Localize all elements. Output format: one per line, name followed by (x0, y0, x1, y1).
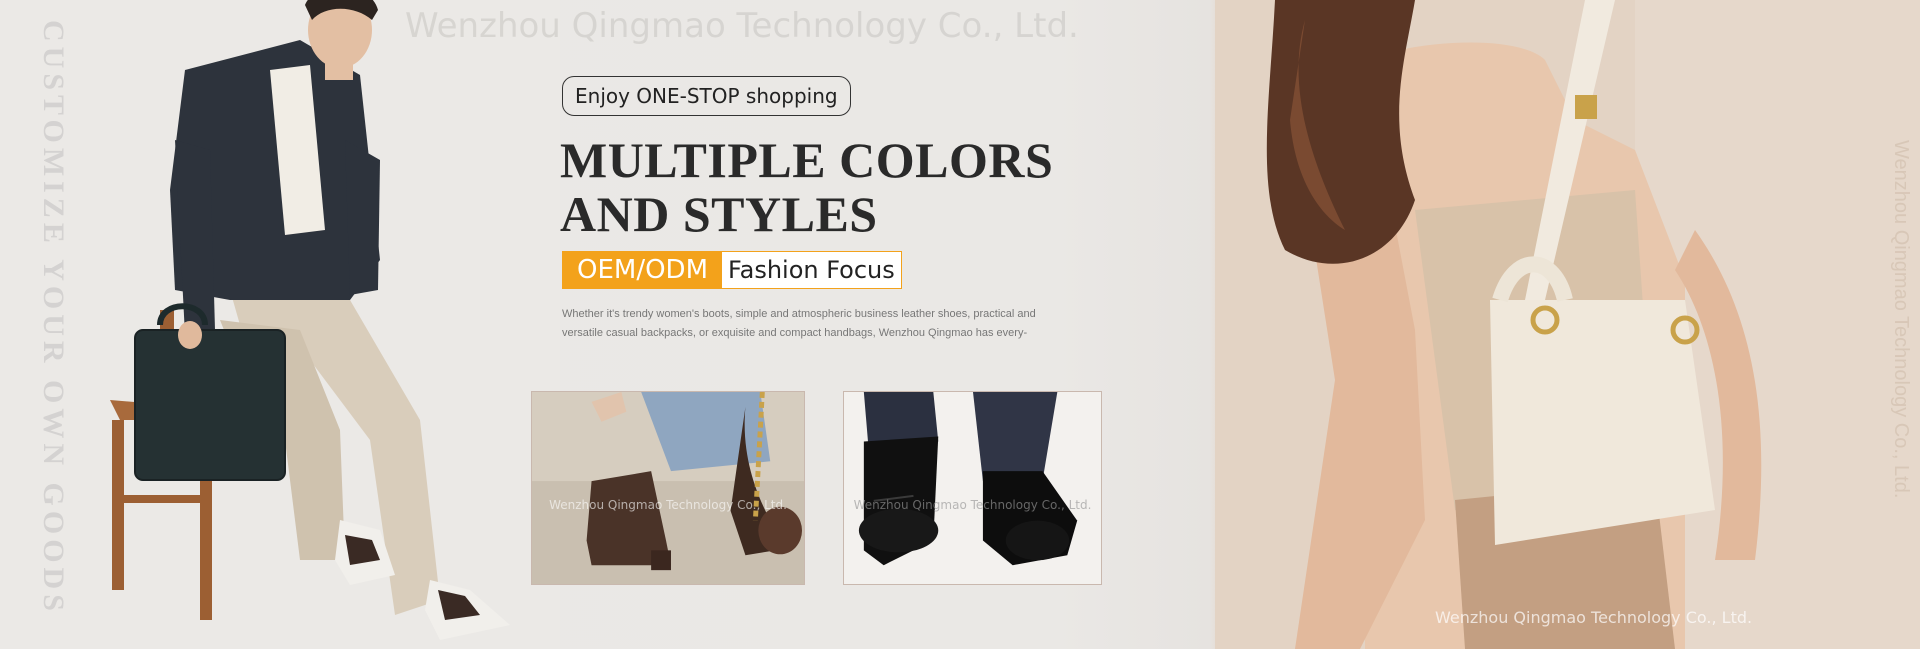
boots-image (532, 392, 804, 584)
headline: MULTIPLE COLORS AND STYLES (560, 133, 1053, 241)
dress-shoes-image (844, 392, 1101, 584)
one-stop-pill: Enjoy ONE-STOP shopping (562, 76, 851, 116)
hero-banner: CUSTOMIZE YOUR OWN GOODS Wenzhou Qingmao… (0, 0, 1920, 649)
thumbnail-boots[interactable]: Wenzhou Qingmao Technology Co., Ltd. (531, 391, 805, 585)
description-text: Whether it's trendy women's boots, simpl… (562, 308, 1036, 339)
oem-tag: OEM/ODM Fashion Focus (562, 251, 902, 289)
vertical-watermark-right: Wenzhou Qingmao Technology Co., Ltd. (1890, 140, 1912, 499)
model-photo-left (0, 0, 560, 649)
model-photo-right (1215, 0, 1920, 649)
vertical-slogan: CUSTOMIZE YOUR OWN GOODS (37, 20, 70, 616)
tag-oem-odm: OEM/ODM (563, 252, 723, 288)
thumbnail-watermark: Wenzhou Qingmao Technology Co., Ltd. (549, 498, 787, 512)
thumbnail-dress-shoes[interactable]: Wenzhou Qingmao Technology Co., Ltd. (843, 391, 1102, 585)
headline-line-2: AND STYLES (560, 186, 878, 242)
headline-line-1: MULTIPLE COLORS (560, 132, 1054, 188)
tag-fashion-focus: Fashion Focus (722, 252, 901, 288)
thumbnail-watermark: Wenzhou Qingmao Technology Co., Ltd. (853, 498, 1092, 512)
watermark-top: Wenzhou Qingmao Technology Co., Ltd. (405, 6, 1079, 46)
watermark-bottom: Wenzhou Qingmao Technology Co., Ltd. (1435, 608, 1753, 627)
